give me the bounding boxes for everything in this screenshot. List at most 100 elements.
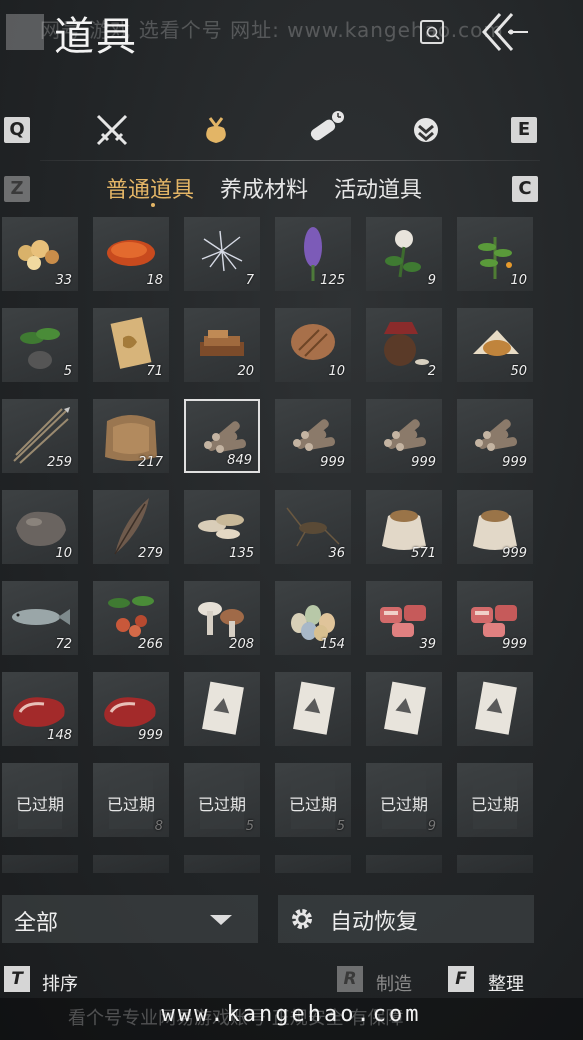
craft-key[interactable]: R (337, 966, 363, 992)
item-slot[interactable]: 已过期 5 (184, 763, 260, 837)
item-slot[interactable]: 已过期 (457, 763, 533, 837)
item-slot[interactable]: 125 (275, 217, 351, 291)
watermark-url: www.kangehao.com (161, 1002, 422, 1027)
item-slot-partial[interactable] (2, 855, 78, 873)
auto-restore-button[interactable]: 自动恢复 (278, 895, 534, 943)
item-quantity: 5 (336, 819, 345, 834)
recipe-card-icon (475, 681, 517, 735)
item-slot[interactable]: 10 (2, 490, 78, 564)
item-quantity: 125 (320, 273, 345, 288)
item-slot[interactable]: 36 (275, 490, 351, 564)
expired-label: 已过期 (106, 795, 155, 814)
item-quantity: 259 (47, 455, 72, 470)
item-quantity: 9 (427, 819, 436, 834)
item-slot[interactable]: 18 (93, 217, 169, 291)
active-subtab-indicator (151, 203, 155, 207)
recipe-card-icon (384, 681, 426, 735)
item-slot[interactable]: 已过期 8 (93, 763, 169, 837)
prev-category-key[interactable]: Q (4, 117, 30, 143)
subtab-common-items[interactable]: 普通道具 (106, 172, 194, 204)
item-quantity: 10 (55, 546, 72, 561)
item-slot[interactable]: 208 (184, 581, 260, 655)
item-quantity: 9 (427, 273, 436, 288)
craft-button[interactable]: 制造 (376, 970, 412, 996)
filter-label: 全部 (14, 911, 59, 936)
item-slot[interactable]: 已过期 (2, 763, 78, 837)
item-slot[interactable]: 7 (184, 217, 260, 291)
close-button[interactable] (480, 10, 530, 54)
item-quantity: 135 (229, 546, 254, 561)
item-slot[interactable]: 154 (275, 581, 351, 655)
item-quantity: 39 (419, 637, 436, 652)
item-quantity: 148 (47, 728, 72, 743)
item-slot[interactable]: 2 (366, 308, 442, 382)
item-slot-partial[interactable] (275, 855, 351, 873)
expired-label: 已过期 (470, 795, 519, 814)
item-slot[interactable]: 259 (2, 399, 78, 473)
tab-equipment[interactable] (92, 110, 132, 150)
item-slot[interactable]: 266 (93, 581, 169, 655)
item-slot[interactable]: 20 (184, 308, 260, 382)
item-slot[interactable]: 571 (366, 490, 442, 564)
item-slot[interactable]: 999 (366, 399, 442, 473)
tab-quest[interactable] (304, 110, 344, 150)
item-slot[interactable]: 849 (184, 399, 260, 473)
item-slot[interactable]: 72 (2, 581, 78, 655)
next-subtab-key[interactable]: C (512, 176, 538, 202)
organize-key[interactable]: F (448, 966, 474, 992)
item-slot[interactable]: 999 (93, 672, 169, 746)
item-quantity: 33 (55, 273, 72, 288)
item-slot[interactable]: 5 (2, 308, 78, 382)
item-slot[interactable] (457, 672, 533, 746)
item-slot[interactable]: 10 (275, 308, 351, 382)
item-slot[interactable]: 50 (457, 308, 533, 382)
item-slot-partial[interactable] (366, 855, 442, 873)
item-slot[interactable]: 10 (457, 217, 533, 291)
sort-button[interactable]: 排序 (42, 970, 78, 996)
item-slot[interactable]: 71 (93, 308, 169, 382)
item-quantity: 571 (411, 546, 436, 561)
back-button[interactable] (6, 14, 44, 50)
item-slot[interactable]: 279 (93, 490, 169, 564)
item-slot[interactable]: 9 (366, 217, 442, 291)
tab-badges[interactable] (406, 110, 446, 150)
item-slot-partial[interactable] (184, 855, 260, 873)
item-slot[interactable]: 999 (275, 399, 351, 473)
item-slot[interactable]: 33 (2, 217, 78, 291)
item-slot[interactable]: 999 (457, 399, 533, 473)
item-slot-partial[interactable] (457, 855, 533, 873)
filter-dropdown[interactable]: 全部 (2, 895, 258, 943)
tab-items[interactable] (196, 110, 236, 150)
sort-key[interactable]: T (4, 966, 30, 992)
item-slot[interactable] (275, 672, 351, 746)
item-slot[interactable]: 已过期 9 (366, 763, 442, 837)
item-quantity: 5 (245, 819, 254, 834)
auto-restore-label: 自动恢复 (330, 910, 419, 935)
next-category-key[interactable]: E (511, 117, 537, 143)
item-slot[interactable]: 217 (93, 399, 169, 473)
search-button[interactable] (420, 20, 444, 44)
item-slot[interactable]: 999 (457, 490, 533, 564)
item-slot-partial[interactable] (93, 855, 169, 873)
subtab-materials[interactable]: 养成材料 (220, 172, 308, 204)
subtab-event-items[interactable]: 活动道具 (334, 172, 422, 204)
item-quantity: 8 (154, 819, 163, 834)
item-slot[interactable]: 148 (2, 672, 78, 746)
item-quantity: 279 (138, 546, 163, 561)
expired-label: 已过期 (15, 795, 64, 814)
item-slot[interactable] (184, 672, 260, 746)
item-slot[interactable]: 135 (184, 490, 260, 564)
item-slot[interactable] (366, 672, 442, 746)
item-quantity: 2 (427, 364, 436, 379)
item-quantity: 999 (320, 455, 345, 470)
item-quantity: 999 (502, 455, 527, 470)
item-slot[interactable]: 39 (366, 581, 442, 655)
item-quantity: 999 (411, 455, 436, 470)
recipe-card-icon (202, 681, 244, 735)
item-slot[interactable]: 999 (457, 581, 533, 655)
prev-subtab-key[interactable]: Z (4, 176, 30, 202)
organize-button[interactable]: 整理 (488, 970, 524, 996)
item-quantity: 266 (138, 637, 163, 652)
scroll-clock-icon (310, 111, 344, 141)
item-slot[interactable]: 已过期 5 (275, 763, 351, 837)
